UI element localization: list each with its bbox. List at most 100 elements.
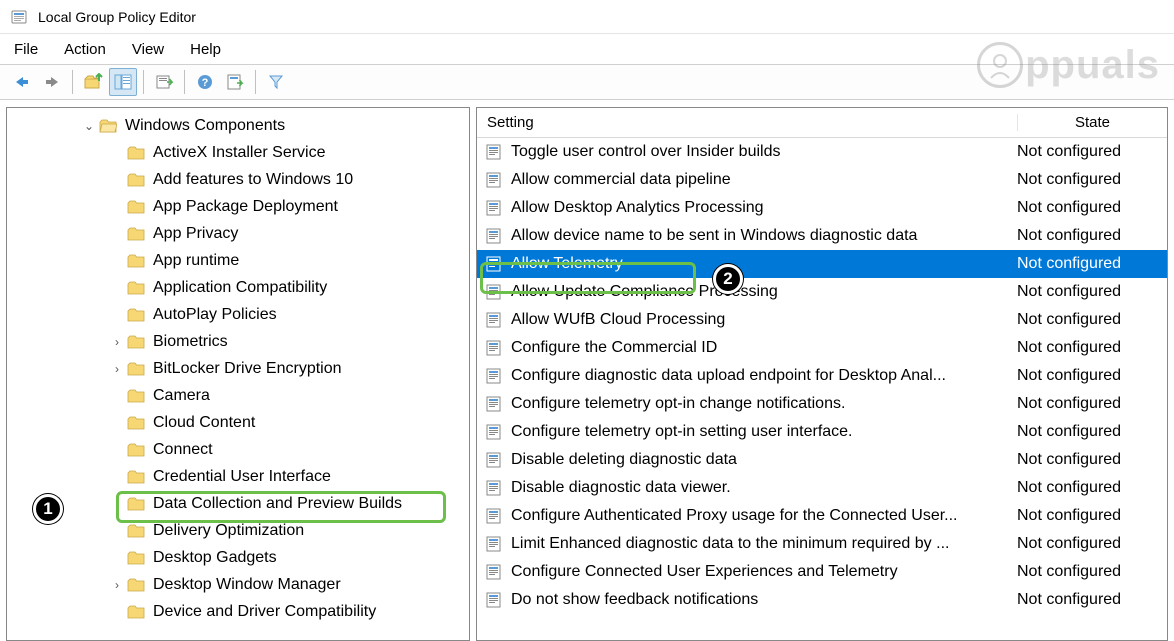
annotation-badge-2: 2 <box>713 264 743 294</box>
content-area: ⌄ Windows Components ·ActiveX Installer Se… <box>0 100 1174 641</box>
setting-state: Not configured <box>1017 423 1167 441</box>
tree-node[interactable]: ·Camera <box>7 382 469 409</box>
setting-label: Configure the Commercial ID <box>511 339 1017 357</box>
tree-node[interactable]: ·Cloud Content <box>7 409 469 436</box>
export-list-button[interactable] <box>150 68 178 96</box>
setting-row[interactable]: Toggle user control over Insider buildsN… <box>477 138 1167 166</box>
tree-node[interactable]: ›Biometrics <box>7 328 469 355</box>
setting-row[interactable]: Allow TelemetryNot configured <box>477 250 1167 278</box>
setting-state: Not configured <box>1017 591 1167 609</box>
filter-button[interactable] <box>262 68 290 96</box>
nav-back-button[interactable] <box>8 68 36 96</box>
annotation-badge-1: 1 <box>33 494 63 524</box>
setting-label: Allow device name to be sent in Windows … <box>511 227 1017 245</box>
tree-node[interactable]: ·Data Collection and Preview Builds <box>7 490 469 517</box>
arrow-left-icon <box>13 75 31 89</box>
tree-node-label: Windows Components <box>125 117 285 135</box>
setting-row[interactable]: Configure Authenticated Proxy usage for … <box>477 502 1167 530</box>
setting-row[interactable]: Configure telemetry opt-in change notifi… <box>477 390 1167 418</box>
tree-node-label: Application Compatibility <box>153 279 327 297</box>
setting-state: Not configured <box>1017 451 1167 469</box>
setting-row[interactable]: Allow device name to be sent in Windows … <box>477 222 1167 250</box>
up-level-button[interactable] <box>79 68 107 96</box>
tree-node[interactable]: ›Desktop Window Manager <box>7 571 469 598</box>
menu-view[interactable]: View <box>132 41 164 58</box>
column-setting[interactable]: Setting <box>477 114 1017 131</box>
funnel-icon <box>268 74 284 90</box>
tree-node[interactable]: ·AutoPlay Policies <box>7 301 469 328</box>
chevron-down-icon[interactable]: ⌄ <box>81 119 97 133</box>
toolbar-separator <box>184 70 185 94</box>
tree-node[interactable]: ·Device and Driver Compatibility <box>7 598 469 625</box>
tree-node[interactable]: ·Add features to Windows 10 <box>7 166 469 193</box>
setting-label: Allow Telemetry <box>511 255 1017 273</box>
menubar: File Action View Help <box>0 34 1174 64</box>
chevron-right-icon[interactable]: › <box>109 362 125 376</box>
setting-row[interactable]: Limit Enhanced diagnostic data to the mi… <box>477 530 1167 558</box>
tree-node-label: App Package Deployment <box>153 198 338 216</box>
setting-state: Not configured <box>1017 171 1167 189</box>
setting-state: Not configured <box>1017 563 1167 581</box>
setting-row[interactable]: Configure diagnostic data upload endpoin… <box>477 362 1167 390</box>
setting-state: Not configured <box>1017 395 1167 413</box>
setting-label: Disable diagnostic data viewer. <box>511 479 1017 497</box>
tree-pane: ⌄ Windows Components ·ActiveX Installer Se… <box>6 107 470 641</box>
tree-node-label: Device and Driver Compatibility <box>153 603 376 621</box>
chevron-right-icon[interactable]: › <box>109 578 125 592</box>
toolbar-separator <box>143 70 144 94</box>
setting-label: Allow WUfB Cloud Processing <box>511 311 1017 329</box>
app-icon <box>10 8 28 26</box>
tree-node-label: Add features to Windows 10 <box>153 171 353 189</box>
menu-help[interactable]: Help <box>190 41 221 58</box>
show-tree-button[interactable] <box>109 68 137 96</box>
tree-node[interactable]: ·Credential User Interface <box>7 463 469 490</box>
tree-node[interactable]: ·ActiveX Installer Service <box>7 139 469 166</box>
toolbar: ? <box>0 64 1174 100</box>
tree-node-label: Delivery Optimization <box>153 522 304 540</box>
export-icon <box>155 73 173 91</box>
settings-pane: Setting State Toggle user control over I… <box>476 107 1168 641</box>
help-button[interactable]: ? <box>191 68 219 96</box>
tree-node[interactable]: ·App Privacy <box>7 220 469 247</box>
setting-state: Not configured <box>1017 507 1167 525</box>
tree-node[interactable]: ·App runtime <box>7 247 469 274</box>
setting-row[interactable]: Do not show feedback notificationsNot co… <box>477 586 1167 614</box>
tree-node-label: Desktop Gadgets <box>153 549 277 567</box>
setting-row[interactable]: Allow Desktop Analytics ProcessingNot co… <box>477 194 1167 222</box>
setting-label: Configure telemetry opt-in change notifi… <box>511 395 1017 413</box>
tree-node-root[interactable]: ⌄ Windows Components <box>7 112 469 139</box>
tree-node[interactable]: › BitLocker Drive Encryption <box>7 355 469 382</box>
column-state[interactable]: State <box>1017 114 1167 131</box>
chevron-right-icon[interactable]: › <box>109 335 125 349</box>
setting-row[interactable]: Configure Connected User Experiences and… <box>477 558 1167 586</box>
tree-node[interactable]: ·Desktop Gadgets <box>7 544 469 571</box>
tree-view-icon <box>114 74 132 90</box>
setting-row[interactable]: Disable diagnostic data viewer.Not confi… <box>477 474 1167 502</box>
properties-button[interactable] <box>221 68 249 96</box>
setting-row[interactable]: Configure the Commercial IDNot configure… <box>477 334 1167 362</box>
tree-node[interactable]: ·Delivery Optimization <box>7 517 469 544</box>
setting-row[interactable]: Allow Update Compliance ProcessingNot co… <box>477 278 1167 306</box>
folder-tree[interactable]: ⌄ Windows Components ·ActiveX Installer Se… <box>7 108 469 640</box>
setting-row[interactable]: Disable deleting diagnostic dataNot conf… <box>477 446 1167 474</box>
menu-action[interactable]: Action <box>64 41 106 58</box>
tree-node-label: Cloud Content <box>153 414 255 432</box>
setting-label: Configure telemetry opt-in setting user … <box>511 423 1017 441</box>
setting-label: Disable deleting diagnostic data <box>511 451 1017 469</box>
menu-file[interactable]: File <box>14 41 38 58</box>
tree-node[interactable]: ·App Package Deployment <box>7 193 469 220</box>
tree-node[interactable]: ·Connect <box>7 436 469 463</box>
setting-state: Not configured <box>1017 283 1167 301</box>
nav-forward-button[interactable] <box>38 68 66 96</box>
tree-node[interactable]: ·Application Compatibility <box>7 274 469 301</box>
setting-label: Configure Authenticated Proxy usage for … <box>511 507 1017 525</box>
setting-state: Not configured <box>1017 479 1167 497</box>
tree-node-label: ActiveX Installer Service <box>153 144 326 162</box>
setting-row[interactable]: Allow WUfB Cloud ProcessingNot configure… <box>477 306 1167 334</box>
settings-list[interactable]: Toggle user control over Insider buildsN… <box>477 138 1167 640</box>
setting-row[interactable]: Configure telemetry opt-in setting user … <box>477 418 1167 446</box>
setting-row[interactable]: Allow commercial data pipelineNot config… <box>477 166 1167 194</box>
tree-node-label: Connect <box>153 441 213 459</box>
setting-state: Not configured <box>1017 535 1167 553</box>
tree-node-label: BitLocker Drive Encryption <box>153 360 342 378</box>
